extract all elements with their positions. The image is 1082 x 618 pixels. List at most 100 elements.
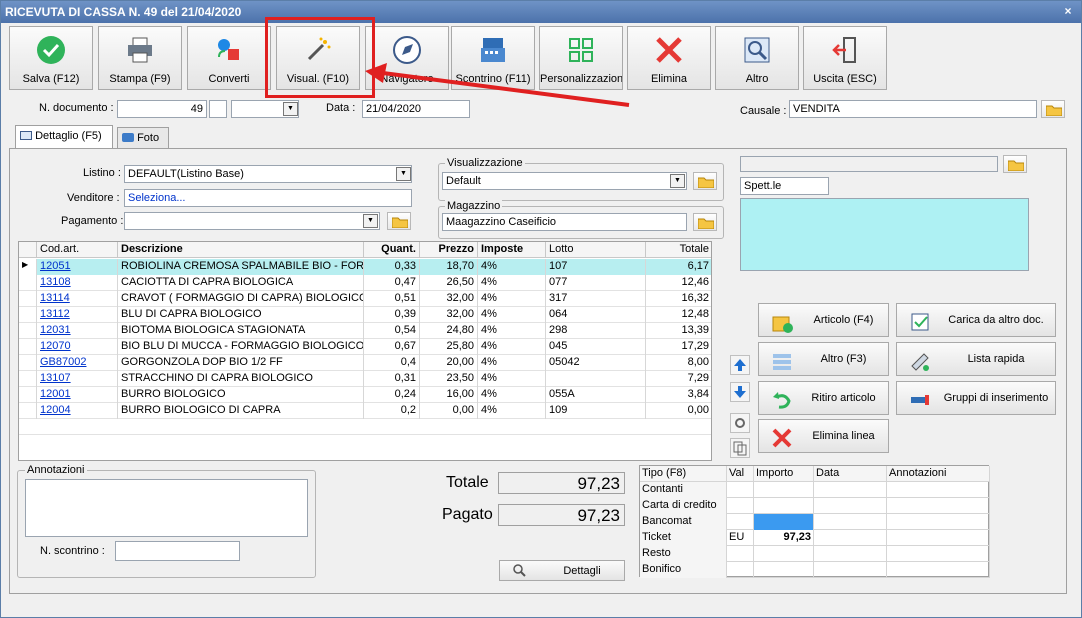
print-button[interactable]: Stampa (F9) [98, 26, 182, 90]
cell-cod[interactable]: 13107 [37, 371, 118, 387]
address-textarea[interactable] [740, 198, 1029, 271]
table-row[interactable]: 12070 BIO BLU DI MUCCA - FORMAGGIO BIOLOG… [19, 339, 711, 355]
listino-select[interactable]: DEFAULT(Listino Base) [124, 165, 412, 183]
payment-cell[interactable] [887, 482, 990, 498]
cell-cod[interactable]: 12051 [37, 259, 118, 275]
tab-detail[interactable]: Dettaglio (F5) [15, 125, 113, 149]
delete-button[interactable]: Elimina [627, 26, 711, 90]
details-button[interactable]: Dettagli [499, 560, 625, 581]
cell-cod[interactable]: 13108 [37, 275, 118, 291]
return-article-button[interactable]: Ritiro articolo [758, 381, 889, 415]
payment-val[interactable] [727, 498, 754, 514]
articles-grid[interactable]: Cod.art. Descrizione Quant. Prezzo Impos… [18, 241, 712, 461]
cell-cod[interactable]: GB87002 [37, 355, 118, 371]
folder-icon[interactable] [1003, 155, 1027, 173]
cell-cod[interactable]: 13114 [37, 291, 118, 307]
payment-val[interactable]: EU [727, 530, 754, 546]
table-row[interactable]: GB87002 GORGONZOLA DOP BIO 1/2 FF 0,4 20,00… [19, 355, 711, 371]
col-lotto[interactable]: Lotto [546, 242, 646, 258]
payment-tipo[interactable]: Bancomat [640, 514, 727, 530]
move-down-icon[interactable] [730, 382, 750, 402]
col-price[interactable]: Prezzo [420, 242, 478, 258]
payments-grid[interactable]: Tipo (F8) Val Importo Data Annotazioni C… [639, 465, 990, 578]
close-icon[interactable]: × [1061, 5, 1075, 19]
folder-icon[interactable] [693, 172, 717, 190]
table-row[interactable]: ▶ 12051 ROBIOLINA CREMOSA SPALMABILE BIO -… [19, 259, 711, 275]
payment-val[interactable] [727, 482, 754, 498]
payment-row[interactable]: Carta di credito [640, 498, 990, 514]
add-article-button[interactable]: Articolo (F4) [758, 303, 889, 337]
chevron-down-icon[interactable]: ▼ [283, 102, 298, 116]
payment-row[interactable]: Bancomat [640, 514, 990, 530]
warehouse-input[interactable]: Maagazzino Caseificio [442, 213, 687, 231]
payment-importo[interactable]: 97,23 [754, 530, 814, 546]
payment-cell[interactable] [814, 562, 887, 578]
table-row[interactable]: 12004 BURRO BIOLOGICO DI CAPRA 0,2 0,00 4% 10… [19, 403, 711, 419]
other-article-button[interactable]: Altro (F3) [758, 342, 889, 376]
folder-icon[interactable] [387, 212, 411, 230]
payment-tipo[interactable]: Ticket [640, 530, 727, 546]
convert-button[interactable]: Converti [187, 26, 271, 90]
payment-cell[interactable] [814, 530, 887, 546]
payment-row[interactable]: Ticket EU 97,23 [640, 530, 990, 546]
payment-val[interactable] [727, 514, 754, 530]
payment-importo[interactable] [754, 498, 814, 514]
cell-cod[interactable]: 12004 [37, 403, 118, 419]
payment-importo[interactable] [754, 482, 814, 498]
payment-val[interactable] [727, 562, 754, 578]
table-row[interactable]: 13108 CACIOTTA DI CAPRA BIOLOGICA 0,47 26,5… [19, 275, 711, 291]
doc-number-input[interactable]: 49 [117, 100, 207, 118]
folder-icon[interactable] [693, 213, 717, 231]
cell-cod[interactable]: 12031 [37, 323, 118, 339]
copy-small-icon[interactable] [730, 438, 750, 458]
payment-cell[interactable] [814, 514, 887, 530]
save-button[interactable]: Salva (F12) [9, 26, 93, 90]
payment-tipo[interactable]: Bonifico [640, 562, 727, 578]
payment-tipo[interactable]: Carta di credito [640, 498, 727, 514]
payment-row[interactable]: Contanti [640, 482, 990, 498]
scontrino-input[interactable] [115, 541, 240, 561]
payment-tipo[interactable]: Contanti [640, 482, 727, 498]
table-row[interactable]: 12001 BURRO BIOLOGICO 0,24 16,00 4% 055A 3,84 [19, 387, 711, 403]
table-row[interactable]: 12031 BIOTOMA BIOLOGICA STAGIONATA 0,54 24,… [19, 323, 711, 339]
col-qty[interactable]: Quant. [364, 242, 420, 258]
doc-suffix-toggle[interactable] [209, 100, 227, 118]
payment-cell[interactable] [814, 498, 887, 514]
payment-row[interactable]: Bonifico [640, 562, 990, 578]
table-row-empty[interactable] [19, 419, 711, 435]
col-total[interactable]: Totale [646, 242, 711, 258]
payment-val[interactable] [727, 546, 754, 562]
view-select[interactable]: Default [442, 172, 687, 190]
cell-cod[interactable]: 12070 [37, 339, 118, 355]
chevron-down-icon[interactable]: ▼ [363, 214, 378, 228]
tab-photo[interactable]: Foto [117, 127, 169, 149]
chevron-down-icon[interactable]: ▼ [670, 174, 685, 188]
insert-groups-button[interactable]: Gruppi di inserimento [896, 381, 1056, 415]
exit-button[interactable]: Uscita (ESC) [803, 26, 887, 90]
load-from-doc-button[interactable]: Carica da altro doc. [896, 303, 1056, 337]
payment-row[interactable]: Resto [640, 546, 990, 562]
move-up-icon[interactable] [730, 355, 750, 375]
cell-cod[interactable]: 13112 [37, 307, 118, 323]
table-row[interactable]: 13112 BLU DI CAPRA BIOLOGICO 0,39 32,00 4% 06… [19, 307, 711, 323]
col-tax[interactable]: Imposte [478, 242, 546, 258]
other-button[interactable]: Altro [715, 26, 799, 90]
pagamento-select[interactable] [124, 212, 380, 230]
payment-cell[interactable] [887, 562, 990, 578]
payment-cell[interactable] [887, 546, 990, 562]
payment-cell[interactable] [887, 514, 990, 530]
chevron-down-icon[interactable]: ▼ [396, 167, 411, 181]
payment-cell[interactable] [887, 530, 990, 546]
table-row[interactable]: 13107 STRACCHINO DI CAPRA BIOLOGICO 0,31 23… [19, 371, 711, 387]
payment-cell[interactable] [814, 482, 887, 498]
table-row[interactable]: 13114 CRAVOT ( FORMAGGIO DI CAPRA) BIOLOG… [19, 291, 711, 307]
payment-importo[interactable] [754, 546, 814, 562]
payment-tipo[interactable]: Resto [640, 546, 727, 562]
salutation-input[interactable]: Spett.le [740, 177, 829, 195]
col-cod[interactable]: Cod.art. [37, 242, 118, 258]
delete-line-button[interactable]: Elimina linea [758, 419, 889, 453]
payment-cell[interactable] [814, 546, 887, 562]
causale-input[interactable]: VENDITA [789, 100, 1037, 118]
payment-importo[interactable] [754, 514, 814, 530]
payment-importo[interactable] [754, 562, 814, 578]
